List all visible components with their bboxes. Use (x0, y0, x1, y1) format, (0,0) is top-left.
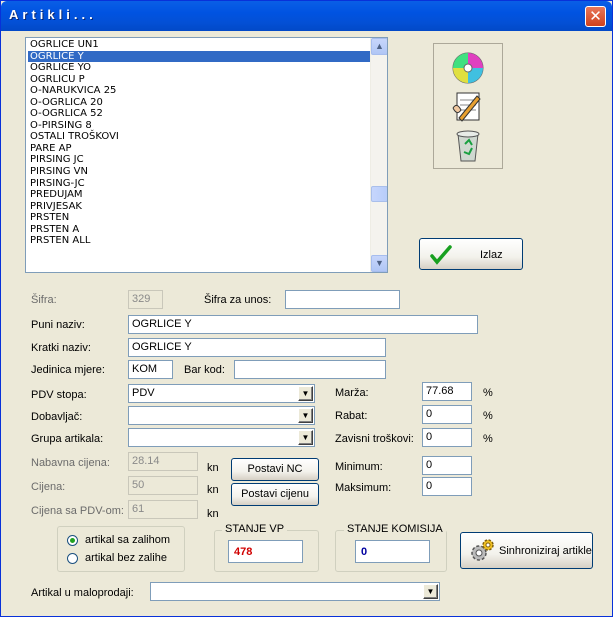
list-item[interactable]: O-PIRSING 8 (28, 120, 372, 132)
cijena-label: Cijena: (31, 481, 66, 493)
scroll-up-button[interactable]: ▲ (371, 38, 387, 55)
jedinica-label: Jedinica mjere: (31, 364, 105, 376)
list-item[interactable]: O-OGRLICA 52 (28, 108, 372, 120)
cijena-pdv-field: 61 (128, 500, 198, 519)
scroll-down-button[interactable]: ▼ (371, 255, 387, 272)
cijena-kn-label: kn (207, 484, 219, 496)
radio-bez-zalihe[interactable] (67, 553, 78, 564)
jedinica-field[interactable]: KOM (128, 360, 173, 379)
radio-sa-zalihom-label[interactable]: artikal sa zalihom (85, 534, 170, 546)
sync-label: Sinhroniziraj artikle (499, 545, 592, 557)
list-item[interactable]: OGRLICE Y (28, 50, 372, 63)
maloprodaja-select[interactable]: ▼ (150, 582, 440, 601)
pdv-label: PDV stopa: (31, 389, 87, 401)
grupa-label: Grupa artikala: (31, 433, 104, 445)
list-item[interactable]: PIRSING-JC (28, 178, 372, 190)
zavisni-field[interactable]: 0 (422, 428, 472, 447)
nabavna-field: 28.14 (128, 452, 198, 471)
nabavna-kn-label: kn (207, 462, 219, 474)
close-button[interactable]: ✕ (585, 6, 606, 27)
stanje-vp-value: 478 (228, 540, 303, 563)
list-item[interactable]: OGRLICE UN1 (28, 39, 372, 51)
puni-naziv-field[interactable]: OGRLICE Y (128, 315, 478, 334)
list-item[interactable]: OGRLICU P (28, 74, 372, 86)
maksimum-field[interactable]: 0 (422, 477, 472, 496)
exit-button[interactable]: Izlaz (419, 238, 523, 270)
list-item[interactable]: O-OGRLICA 20 (28, 97, 372, 109)
marza-label: Marža: (335, 387, 369, 399)
puni-naziv-label: Puni naziv: (31, 319, 85, 331)
kratki-naziv-field[interactable]: OGRLICE Y (128, 338, 386, 357)
kratki-naziv-label: Kratki naziv: (31, 342, 91, 354)
marza-field[interactable]: 77.68 (422, 382, 472, 401)
barkod-label: Bar kod: (184, 364, 225, 376)
radio-bez-zalihe-label[interactable]: artikal bez zalihe (85, 552, 167, 564)
article-list: OGRLICE UN1 OGRLICE Y OGRLICE YO OGRLICU PO… (28, 39, 372, 247)
list-item[interactable]: PRSTEN A (28, 224, 372, 236)
title-bar[interactable]: Artikli... ✕ (1, 1, 612, 31)
zaliha-radio-group: artikal sa zalihom artikal bez zalihe (57, 526, 185, 572)
sifra-field: 329 (128, 290, 163, 309)
dobavljac-dropdown-icon[interactable]: ▼ (298, 408, 313, 423)
dobavljac-label: Dobavljač: (31, 411, 83, 423)
rabat-pct: % (483, 410, 493, 422)
radio-sa-zalihom[interactable] (67, 535, 78, 546)
sifra-unos-field[interactable] (285, 290, 400, 309)
list-item[interactable]: PIRSING JC (28, 154, 372, 166)
pdv-dropdown-icon[interactable]: ▼ (298, 386, 313, 401)
sync-button[interactable]: Sinhroniziraj artikle (460, 532, 593, 569)
pdv-select[interactable]: PDV ▼ (128, 384, 315, 403)
cijena-field: 50 (128, 476, 198, 495)
maloprodaja-dropdown-icon[interactable]: ▼ (423, 584, 438, 599)
exit-label: Izlaz (480, 249, 503, 261)
action-icon-panel (433, 43, 503, 169)
nabavna-label: Nabavna cijena: (31, 457, 110, 469)
cd-save-icon[interactable] (447, 50, 489, 86)
rabat-field[interactable]: 0 (422, 405, 472, 424)
grupa-dropdown-icon[interactable]: ▼ (298, 430, 313, 445)
list-item[interactable]: PIRSING VN (28, 166, 372, 178)
cijena-pdv-label: Cijena sa PDV-om: (31, 505, 124, 517)
rabat-label: Rabat: (335, 410, 368, 422)
minimum-label: Minimum: (335, 461, 383, 473)
dobavljac-select[interactable]: ▼ (128, 406, 315, 425)
article-listbox[interactable]: OGRLICE UN1 OGRLICE Y OGRLICE YO OGRLICU PO… (25, 37, 388, 273)
sifra-label: Šifra: (31, 294, 57, 306)
list-item[interactable]: PRSTEN ALL (28, 235, 372, 247)
stanje-komisija-title: STANJE KOMISIJA (344, 523, 446, 535)
list-item[interactable]: O-NARUKVICA 25 (28, 85, 372, 97)
postavi-cijenu-button[interactable]: Postavi cijenu (231, 483, 319, 506)
checkmark-icon (430, 245, 452, 265)
list-item[interactable]: OGRLICE YO (28, 62, 372, 74)
grupa-select[interactable]: ▼ (128, 428, 315, 447)
stanje-vp-title: STANJE VP (222, 523, 288, 535)
maksimum-label: Maksimum: (335, 482, 392, 494)
postavi-nc-button[interactable]: Postavi NC (231, 458, 319, 481)
cijena-pdv-kn-label: kn (207, 508, 219, 520)
maloprodaja-label: Artikal u maloprodaji: (31, 587, 134, 599)
pdv-value: PDV (132, 387, 155, 399)
artikli-window: Artikli... ✕ OGRLICE UN1 OGRLICE Y OGRLICE… (0, 0, 613, 617)
minimum-field[interactable]: 0 (422, 456, 472, 475)
list-item[interactable]: OSTALI TROŠKOVI (28, 131, 372, 143)
list-item[interactable]: PREDUJAM (28, 189, 372, 201)
stanje-komisija-value: 0 (355, 540, 430, 563)
zavisni-pct: % (483, 433, 493, 445)
list-item[interactable]: PRSTEN (28, 212, 372, 224)
marza-pct: % (483, 387, 493, 399)
gears-icon (471, 539, 494, 561)
list-scrollbar[interactable]: ▲ ▼ (370, 38, 387, 272)
recycle-bin-icon[interactable] (447, 128, 489, 164)
list-item[interactable]: PARE AP (28, 143, 372, 155)
list-item[interactable]: PRIVJESAK (28, 201, 372, 213)
scroll-thumb[interactable] (371, 186, 387, 202)
window-title: Artikli... (9, 7, 97, 22)
barkod-field[interactable] (234, 360, 386, 379)
notepad-edit-icon[interactable] (447, 88, 489, 124)
sifra-unos-label: Šifra za unos: (204, 294, 272, 306)
zavisni-label: Zavisni troškovi: (335, 433, 414, 445)
